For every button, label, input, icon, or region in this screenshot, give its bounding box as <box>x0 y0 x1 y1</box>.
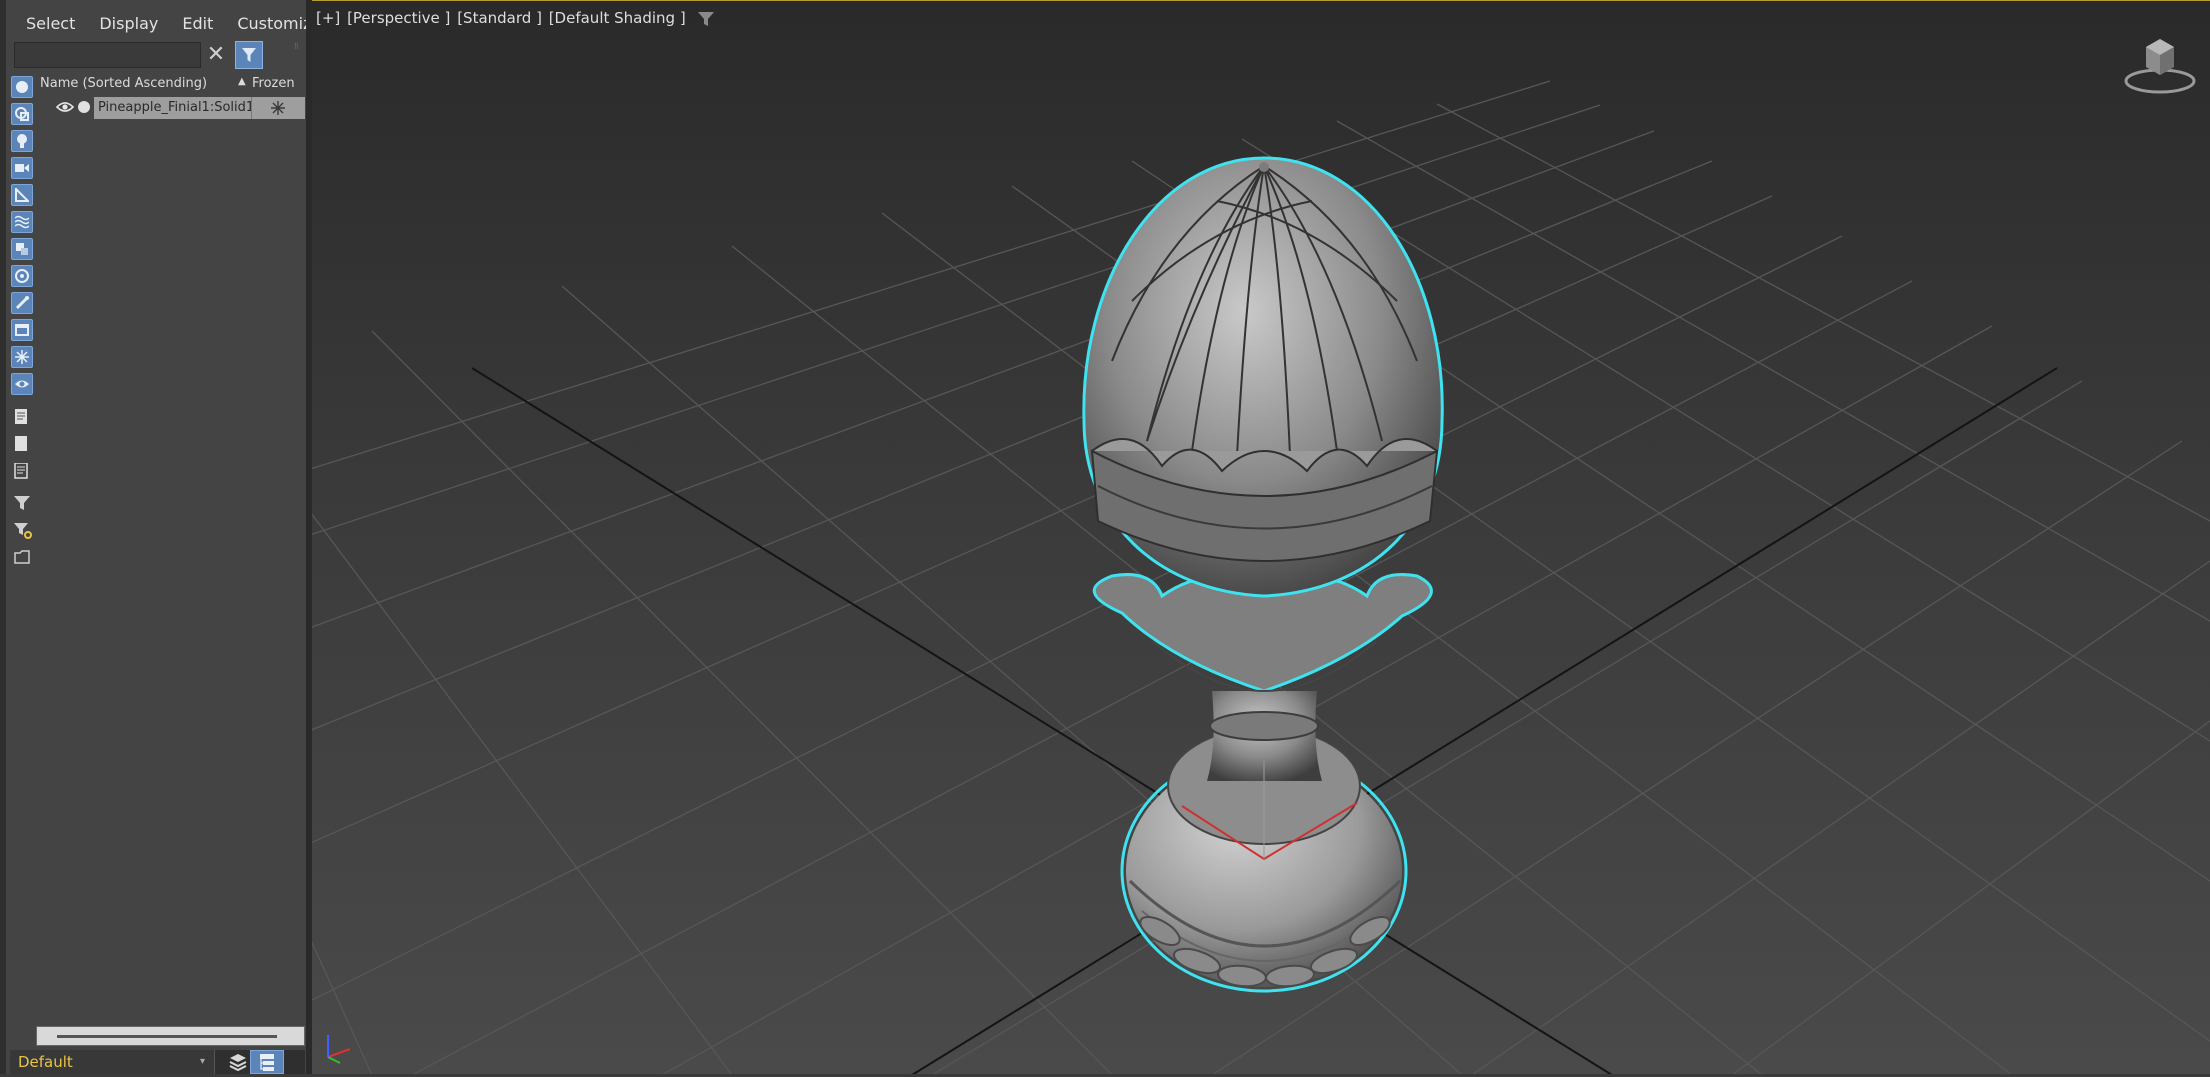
explorer-footer: Default ▾ <box>10 1050 305 1074</box>
select-filter-icon[interactable] <box>11 520 33 542</box>
sort-by-hierarchy-button[interactable] <box>250 1050 284 1074</box>
viewport-pov-menu[interactable]: [Perspective ] <box>347 9 450 27</box>
viewport-shading-menu[interactable]: [Default Shading ] <box>549 9 686 27</box>
eye-icon[interactable] <box>56 100 74 114</box>
layers-icon[interactable] <box>228 1052 248 1072</box>
panel-edge-strip <box>0 0 6 1074</box>
containers-filter-icon[interactable] <box>11 319 33 341</box>
clear-search-icon[interactable]: ✕ <box>203 42 229 68</box>
display-all-icon[interactable] <box>11 406 33 428</box>
horizontal-scrollbar[interactable] <box>36 1026 305 1046</box>
funnel-icon <box>242 48 256 62</box>
helpers-filter-icon[interactable] <box>11 184 33 206</box>
hierarchy-icon <box>260 1054 274 1071</box>
groups-filter-icon[interactable] <box>11 238 33 260</box>
viewport-general-menu[interactable]: [+] <box>316 9 340 27</box>
geometry-filter-icon[interactable] <box>11 76 33 98</box>
viewport-label-menu: [+] [Perspective ] [Standard ] [Default … <box>316 9 715 27</box>
viewport-scene <box>312 80 2210 1074</box>
hidden-filter-icon[interactable] <box>11 373 33 395</box>
panel-grip-icon[interactable]: ⁝⁝ <box>294 42 304 52</box>
bones-filter-icon[interactable] <box>11 292 33 314</box>
menu-edit[interactable]: Edit <box>170 12 225 38</box>
viewport-filter-icon[interactable] <box>698 11 715 26</box>
spacewarps-filter-icon[interactable] <box>11 211 33 233</box>
menu-select[interactable]: Select <box>14 12 87 38</box>
column-header-row: Name (Sorted Ascending) ▲ Frozen <box>38 76 305 94</box>
chevron-down-icon[interactable]: ▾ <box>200 1056 210 1068</box>
search-filter-button[interactable] <box>235 41 263 69</box>
folder-icon[interactable] <box>11 547 33 569</box>
menu-display[interactable]: Display <box>87 12 170 38</box>
perspective-viewport[interactable]: [+] [Perspective ] [Standard ] [Default … <box>312 0 2210 1074</box>
scrollbar-thumb[interactable] <box>57 1035 277 1038</box>
column-header-name[interactable]: Name (Sorted Ascending) <box>40 76 207 91</box>
filter-icon[interactable] <box>11 493 33 515</box>
shapes-filter-icon[interactable] <box>11 103 33 125</box>
grid-axis-x <box>471 367 1613 1074</box>
explorer-menubar: Select Display Edit Customize <box>14 12 333 38</box>
layer-dropdown[interactable]: Default <box>10 1050 215 1074</box>
xrefs-filter-icon[interactable] <box>11 265 33 287</box>
object-type-icon <box>78 101 90 113</box>
search-input[interactable] <box>14 42 201 68</box>
snowflake-icon <box>271 101 285 115</box>
table-row[interactable]: Pineapple_Finial1:Solid1 <box>38 97 305 119</box>
scene-explorer-panel: Select Display Edit Customize ✕ ⁝⁝ Name … <box>0 0 321 1074</box>
invert-display-icon[interactable] <box>11 460 33 482</box>
lights-filter-icon[interactable] <box>11 130 33 152</box>
pineapple-finial-object <box>1082 156 1444 993</box>
frozen-filter-icon[interactable] <box>11 346 33 368</box>
object-frozen-cell[interactable] <box>251 97 305 119</box>
column-header-frozen[interactable]: Frozen <box>252 76 295 91</box>
grid-axis-y <box>911 367 2058 1074</box>
cameras-filter-icon[interactable] <box>11 157 33 179</box>
sort-ascending-icon: ▲ <box>238 76 246 87</box>
axis-tripod-icon <box>327 1035 351 1064</box>
viewport-standard-menu[interactable]: [Standard ] <box>457 9 542 27</box>
viewcube-icon[interactable] <box>2120 29 2200 99</box>
display-none-icon[interactable] <box>11 433 33 455</box>
